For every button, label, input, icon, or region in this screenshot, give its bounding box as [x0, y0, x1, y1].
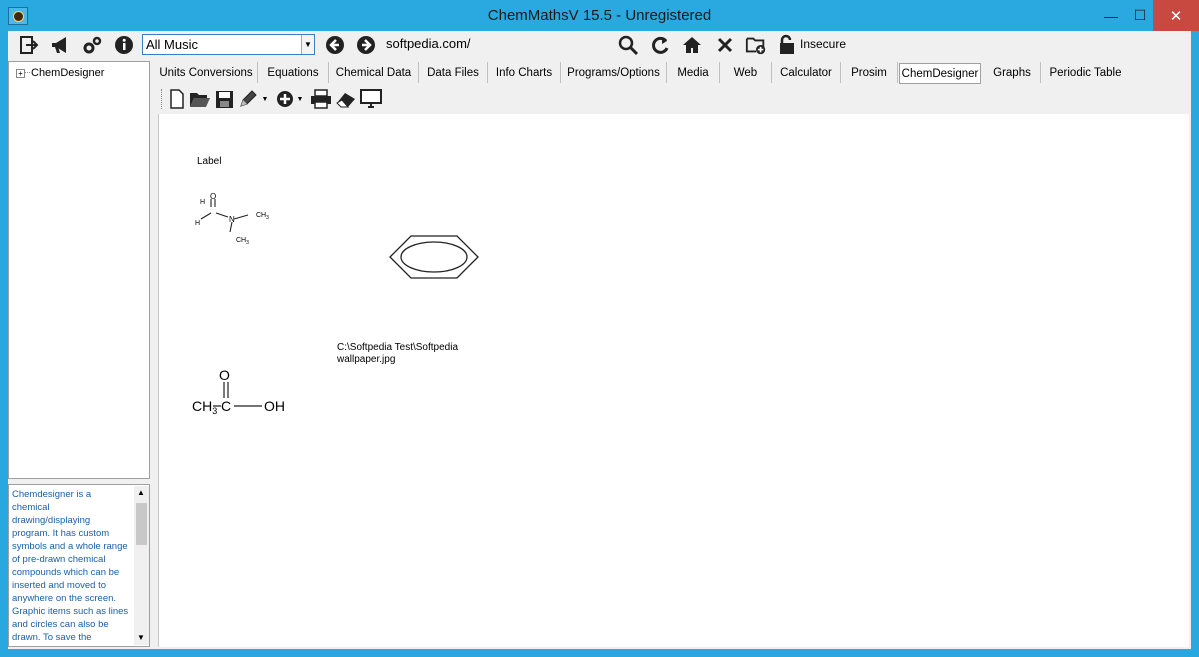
dmf-ch3-bottom: CH3	[236, 237, 249, 246]
maximize-button[interactable]: ☐	[1123, 0, 1157, 31]
toolbar-grip[interactable]	[161, 89, 164, 109]
tab-equations[interactable]: Equations	[258, 62, 329, 83]
search-icon[interactable]	[617, 34, 639, 56]
dmf-h-top: H	[200, 199, 205, 206]
title-bar[interactable]: ChemMathsV 15.5 - Unregistered — ☐ ✕	[0, 0, 1199, 31]
tab-chemdesigner[interactable]: ChemDesigner	[899, 63, 981, 84]
acetic-oh: OH	[264, 398, 285, 414]
unlock-icon[interactable]	[776, 34, 798, 56]
tab-chemical-data[interactable]: Chemical Data	[329, 62, 419, 83]
tab-programs-options[interactable]: Programs/Options	[561, 62, 667, 83]
description-box[interactable]: Chemdesigner is a chemical drawing/displ…	[8, 484, 150, 647]
back-icon[interactable]	[324, 34, 346, 56]
exit-icon[interactable]	[18, 34, 40, 56]
dmf-ch3-right: CH3	[256, 212, 269, 221]
stop-icon[interactable]	[714, 34, 736, 56]
chevron-down-icon[interactable]: ▼	[301, 35, 314, 54]
tab-periodic-table[interactable]: Periodic Table	[1041, 62, 1130, 83]
scroll-thumb[interactable]	[136, 503, 147, 545]
close-button[interactable]: ✕	[1153, 0, 1199, 31]
add-icon[interactable]	[275, 89, 295, 109]
forward-icon[interactable]	[355, 34, 377, 56]
description-scrollbar[interactable]: ▲ ▼	[134, 486, 149, 645]
url-field[interactable]: softpedia.com/	[386, 36, 471, 51]
monitor-icon[interactable]	[360, 89, 382, 109]
tab-units-conversions[interactable]: Units Conversions	[155, 62, 258, 83]
scroll-down-icon[interactable]: ▼	[137, 633, 145, 642]
eraser-icon[interactable]	[335, 89, 357, 109]
tree-connector	[25, 72, 30, 73]
megaphone-icon[interactable]	[50, 34, 72, 56]
acetic-o: O	[219, 367, 230, 383]
settings-icon[interactable]	[81, 34, 103, 56]
print-icon[interactable]	[310, 89, 332, 109]
acetic-ch3: CH3	[192, 398, 217, 416]
add-dropdown-icon[interactable]: ▼	[296, 89, 304, 109]
save-icon[interactable]	[214, 89, 234, 109]
designer-toolbar: ▼ ▼	[158, 86, 1191, 112]
pencil-icon[interactable]	[238, 89, 260, 109]
refresh-icon[interactable]	[649, 34, 671, 56]
tab-media[interactable]: Media	[667, 62, 720, 83]
dmf-o: O	[210, 192, 216, 201]
benzene-ring[interactable]	[387, 232, 482, 282]
tab-info-charts[interactable]: Info Charts	[488, 62, 561, 83]
client-area: All Music ▼ softpedia.com/ Insecure + Ch…	[8, 31, 1191, 649]
tab-calculator[interactable]: Calculator	[772, 62, 841, 83]
dmf-n: N	[229, 215, 235, 224]
tab-data-files[interactable]: Data Files	[419, 62, 488, 83]
info-icon[interactable]	[113, 34, 135, 56]
tree-expander[interactable]: +	[16, 69, 25, 78]
music-select[interactable]: All Music ▼	[142, 34, 315, 55]
image-file-path[interactable]: C:\Softpedia Test\Softpedia wallpaper.jp…	[337, 342, 458, 366]
dmf-molecule[interactable]: H H O N CH3 CH3	[184, 189, 289, 249]
acetic-c: C	[221, 398, 231, 414]
new-file-icon[interactable]	[168, 89, 186, 109]
file-path-line-2: wallpaper.jpg	[337, 354, 396, 365]
description-text: Chemdesigner is a chemical drawing/displ…	[12, 489, 129, 643]
tab-web[interactable]: Web	[720, 62, 772, 83]
tab-prosim[interactable]: Prosim	[841, 62, 898, 83]
tab-graphs[interactable]: Graphs	[984, 62, 1041, 83]
tree-item-chemdesigner[interactable]: ChemDesigner	[31, 67, 104, 79]
new-folder-icon[interactable]	[745, 34, 767, 56]
acetic-acid-molecule[interactable]: O CH3 C OH	[184, 364, 299, 419]
security-status: Insecure	[800, 37, 847, 51]
scroll-up-icon[interactable]: ▲	[137, 488, 145, 497]
open-folder-icon[interactable]	[189, 89, 211, 109]
music-select-value: All Music	[146, 37, 199, 52]
drawing-canvas[interactable]: Label H H O N CH3 CH3 O CH3 C OH C:\Soft…	[158, 114, 1189, 647]
tree-panel[interactable]: + ChemDesigner	[8, 61, 150, 479]
dmf-h-left: H	[195, 220, 200, 227]
canvas-label[interactable]: Label	[197, 156, 221, 167]
pencil-dropdown-icon[interactable]: ▼	[261, 89, 269, 109]
window-title: ChemMathsV 15.5 - Unregistered	[487, 7, 712, 24]
file-path-line-1: C:\Softpedia Test\Softpedia	[337, 342, 459, 353]
home-icon[interactable]	[681, 34, 703, 56]
